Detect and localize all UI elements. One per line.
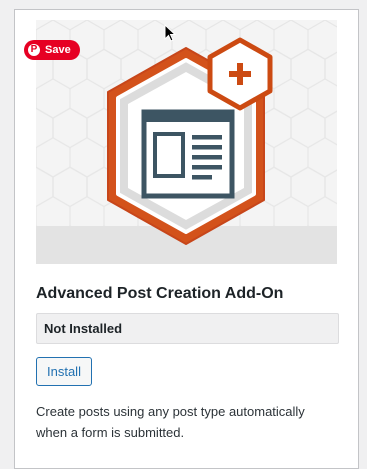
plus-icon bbox=[207, 37, 273, 111]
pinterest-save-label: Save bbox=[45, 44, 71, 56]
pinterest-icon: P bbox=[28, 44, 40, 56]
addon-illustration bbox=[36, 20, 337, 264]
addon-status: Not Installed bbox=[36, 313, 339, 344]
mouse-cursor-icon bbox=[164, 24, 176, 42]
addon-card: P Save Advanced Post Creation Add-On Not… bbox=[14, 9, 359, 469]
addon-hero-image bbox=[36, 20, 337, 264]
addon-title: Advanced Post Creation Add-On bbox=[36, 285, 284, 302]
install-button[interactable]: Install bbox=[36, 357, 92, 386]
addon-description: Create posts using any post type automat… bbox=[36, 404, 305, 440]
pinterest-save-button[interactable]: P Save bbox=[24, 40, 80, 60]
